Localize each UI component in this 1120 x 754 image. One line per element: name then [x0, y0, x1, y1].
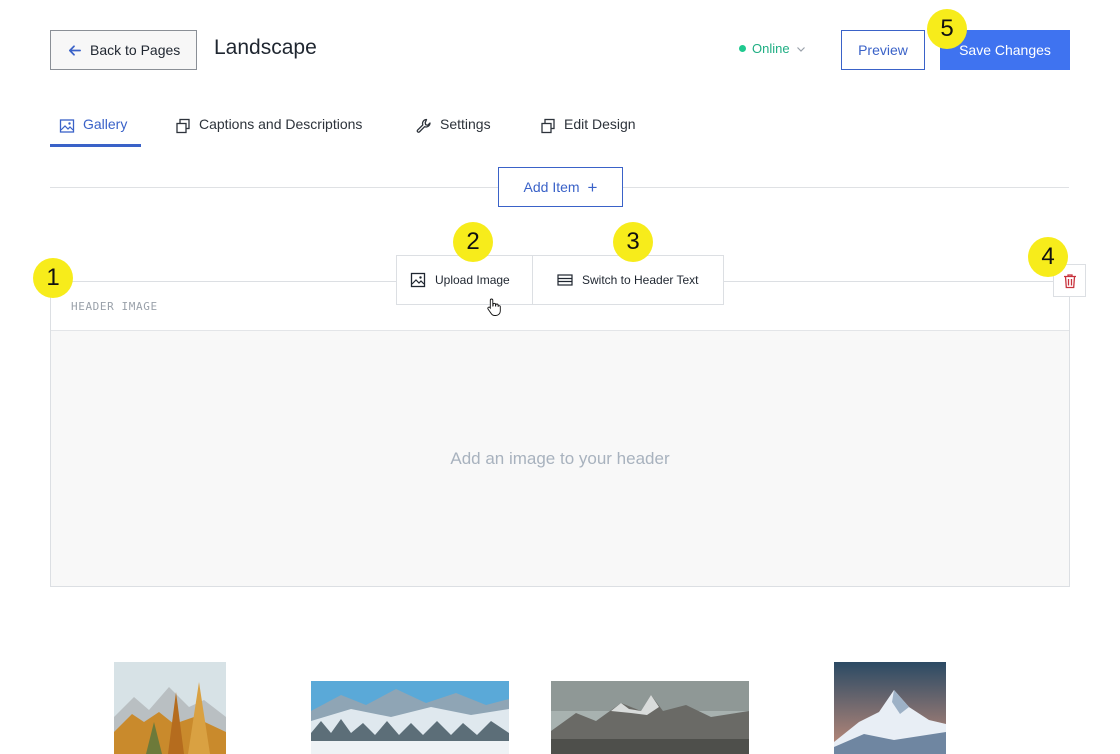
status-label: Online — [752, 41, 790, 56]
empty-header-text: Add an image to your header — [450, 448, 670, 468]
tab-edit-design-label: Edit Design — [564, 116, 636, 132]
hand-pointer-icon — [487, 298, 501, 316]
step-badge-1: 1 — [33, 258, 73, 298]
image-icon — [59, 119, 75, 133]
layers-icon — [541, 118, 555, 134]
tab-captions-and-descriptions[interactable]: Captions and Descriptions — [175, 116, 362, 147]
header-image-label: HEADER IMAGE — [71, 300, 158, 313]
gallery-thumbnail-snowy-forest[interactable] — [311, 681, 509, 754]
gallery-thumbnail-snow-peak[interactable] — [834, 662, 946, 754]
upload-image-button[interactable]: Upload Image — [397, 256, 533, 304]
status-dropdown[interactable]: Online — [739, 41, 806, 56]
header-image-dropzone[interactable]: Add an image to your header — [51, 331, 1069, 586]
text-block-icon — [557, 274, 573, 286]
gallery-thumbnail-autumn[interactable] — [114, 662, 226, 754]
online-dot-icon — [739, 45, 746, 52]
tab-gallery[interactable]: Gallery — [50, 116, 141, 147]
step-badge-2: 2 — [453, 222, 493, 262]
chevron-down-icon — [796, 46, 805, 52]
tab-captions-label: Captions and Descriptions — [199, 116, 363, 132]
back-to-pages-button[interactable]: Back to Pages — [50, 30, 197, 70]
wrench-icon — [416, 118, 431, 133]
gallery-thumbnail-rocky-range[interactable] — [551, 681, 749, 754]
layers-icon — [176, 118, 190, 134]
image-icon — [410, 272, 426, 288]
tab-settings-label: Settings — [440, 116, 491, 132]
preview-button[interactable]: Preview — [841, 30, 925, 70]
upload-image-label: Upload Image — [435, 273, 510, 287]
tab-gallery-label: Gallery — [83, 116, 128, 132]
back-to-pages-label: Back to Pages — [90, 42, 181, 58]
trash-icon — [1063, 273, 1076, 288]
step-badge-4: 4 — [1028, 237, 1068, 277]
tab-edit-design[interactable]: Edit Design — [540, 116, 636, 147]
switch-to-header-text-label: Switch to Header Text — [582, 273, 699, 287]
header-toolbar: Upload Image Switch to Header Text — [396, 255, 724, 305]
add-item-button[interactable]: Add Item + — [498, 167, 623, 207]
step-badge-3: 3 — [613, 222, 653, 262]
page-title: Landscape — [214, 36, 317, 59]
arrow-left-icon — [68, 44, 81, 56]
plus-icon: + — [587, 177, 598, 197]
add-item-label: Add Item — [523, 179, 580, 195]
switch-to-header-text-button[interactable]: Switch to Header Text — [533, 256, 723, 304]
tab-settings[interactable]: Settings — [416, 116, 491, 147]
step-badge-5: 5 — [927, 9, 967, 49]
header-image-section: HEADER IMAGE Add an image to your header — [50, 281, 1070, 587]
